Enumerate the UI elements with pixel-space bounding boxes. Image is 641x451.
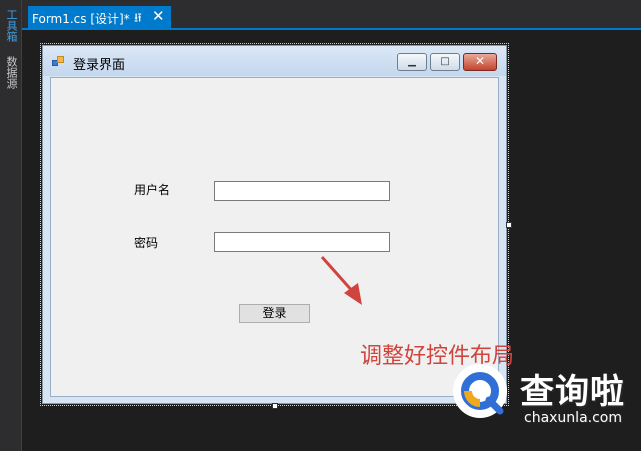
login-button[interactable]: 登录 xyxy=(239,304,310,323)
close-icon: ✕ xyxy=(474,54,486,68)
minimize-icon: ▁ xyxy=(408,56,416,67)
tab-title: Form1.cs [设计]* xyxy=(32,12,130,26)
form-app-icon xyxy=(52,56,65,68)
annotation-arrow-icon xyxy=(320,256,362,305)
resize-handle-bottom[interactable] xyxy=(272,403,278,409)
resize-handle-right[interactable] xyxy=(506,222,512,228)
username-input[interactable] xyxy=(214,181,390,201)
pin-icon[interactable]: ⭿ xyxy=(134,9,142,30)
close-window-button[interactable]: ✕ xyxy=(463,53,497,71)
watermark-site-text: chaxunla.com xyxy=(524,410,622,426)
data-sources-tab[interactable]: 数据源 xyxy=(2,52,20,92)
maximize-icon: □ xyxy=(440,56,450,67)
document-tab-strip: Form1.cs [设计]* ⭿ ✕ xyxy=(22,0,641,30)
password-input[interactable] xyxy=(214,232,390,252)
password-label: 密码 xyxy=(134,236,159,250)
username-label: 用户名 xyxy=(134,183,171,197)
tab-form1-designer[interactable]: Form1.cs [设计]* ⭿ ✕ xyxy=(28,6,171,28)
close-icon[interactable]: ✕ xyxy=(152,7,165,25)
toolbox-tab[interactable]: 工具箱 xyxy=(2,6,20,44)
search-logo-icon xyxy=(453,364,507,418)
form-titlebar[interactable]: 登录界面 ▁ □ ✕ xyxy=(43,46,506,76)
minimize-button[interactable]: ▁ xyxy=(397,53,427,71)
maximize-button[interactable]: □ xyxy=(430,53,460,71)
side-tool-strip: 工具箱 数据源 xyxy=(0,0,22,451)
form-title: 登录界面 xyxy=(73,58,126,73)
watermark-logo-text: 查询啦 xyxy=(520,372,625,412)
